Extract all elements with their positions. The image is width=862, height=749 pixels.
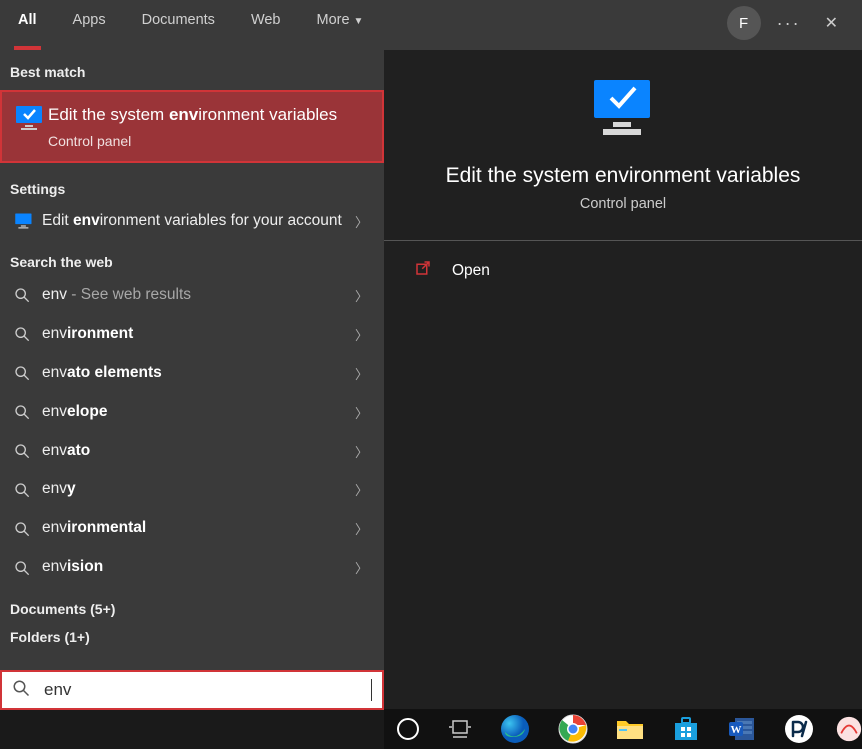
detail-icon [586, 76, 660, 142]
tab-documents[interactable]: Documents [124, 0, 233, 50]
settings-item-env-user[interactable]: Edit environment variables for your acco… [0, 203, 384, 240]
open-action[interactable]: Open [384, 241, 862, 300]
settings-icon [10, 212, 42, 230]
detail-title: Edit the system environment variables [446, 164, 801, 188]
chrome-icon[interactable] [558, 714, 588, 744]
search-icon [10, 560, 42, 576]
file-explorer-icon[interactable] [616, 714, 644, 744]
web-result-label: envato elements [42, 363, 349, 384]
system-settings-icon [12, 104, 48, 132]
web-result-envision[interactable]: envision 〉 [0, 548, 384, 587]
detail-pane: Edit the system environment variables Co… [384, 50, 862, 710]
chevron-right-icon[interactable]: 〉 [349, 403, 374, 422]
best-match-title: Edit the system environment variables [48, 104, 337, 127]
app-icon[interactable] [784, 714, 814, 744]
chevron-right-icon[interactable]: 〉 [349, 325, 374, 344]
best-match-result[interactable]: Edit the system environment variables Co… [0, 90, 384, 163]
tab-web[interactable]: Web [233, 0, 299, 50]
task-view-icon[interactable] [448, 714, 472, 744]
app-icon-2[interactable] [836, 714, 862, 744]
tab-label: More [317, 12, 350, 28]
search-icon [10, 404, 42, 420]
tab-label: Apps [73, 12, 106, 28]
taskbar: W [384, 709, 862, 749]
search-tabs-bar: All Apps Documents Web More ▼ F ··· ✕ [0, 0, 862, 50]
svg-text:W: W [731, 724, 742, 736]
top-icons: F ··· ✕ [727, 0, 852, 40]
folders-header[interactable]: Folders (1+) [0, 623, 384, 651]
tab-more[interactable]: More ▼ [299, 0, 382, 50]
chevron-right-icon[interactable]: 〉 [349, 442, 374, 461]
web-result-envato-elements[interactable]: envato elements 〉 [0, 354, 384, 393]
tab-label: Web [251, 12, 281, 28]
settings-item-label: Edit environment variables for your acco… [42, 211, 349, 232]
web-result-envy[interactable]: envy 〉 [0, 470, 384, 509]
web-result-label: environment [42, 324, 349, 345]
open-icon [414, 259, 432, 282]
tabs-container: All Apps Documents Web More ▼ [0, 0, 727, 50]
tab-all[interactable]: All [0, 0, 55, 50]
web-result-label: envision [42, 557, 349, 578]
chevron-right-icon[interactable]: 〉 [349, 212, 374, 231]
chevron-down-icon: ▼ [354, 16, 364, 27]
tab-label: Documents [142, 12, 215, 28]
microsoft-store-icon[interactable] [672, 714, 700, 744]
tab-label: All [18, 12, 37, 28]
user-avatar[interactable]: F [727, 6, 761, 40]
best-match-subtitle: Control panel [48, 133, 337, 149]
web-result-env[interactable]: env - See web results 〉 [0, 276, 384, 315]
search-icon [12, 679, 30, 702]
chevron-right-icon[interactable]: 〉 [349, 558, 374, 577]
web-result-label: env - See web results [42, 285, 349, 306]
chevron-right-icon[interactable]: 〉 [349, 480, 374, 499]
web-result-envelope[interactable]: envelope 〉 [0, 393, 384, 432]
chevron-right-icon[interactable]: 〉 [349, 519, 374, 538]
web-result-label: envy [42, 479, 349, 500]
search-web-header: Search the web [0, 240, 384, 276]
web-result-environmental[interactable]: environmental 〉 [0, 509, 384, 548]
best-match-text: Edit the system environment variables Co… [48, 104, 337, 149]
search-icon [10, 521, 42, 537]
web-result-label: environmental [42, 518, 349, 539]
web-result-envato[interactable]: envato 〉 [0, 432, 384, 471]
search-icon [10, 326, 42, 342]
cortana-icon[interactable] [396, 714, 420, 744]
detail-subtitle: Control panel [580, 196, 666, 212]
search-icon [10, 287, 42, 303]
word-icon[interactable]: W [728, 714, 756, 744]
avatar-initial: F [739, 15, 748, 32]
web-result-label: envato [42, 441, 349, 462]
documents-header[interactable]: Documents (5+) [0, 587, 384, 623]
best-match-header: Best match [0, 50, 384, 86]
open-label: Open [452, 262, 490, 280]
search-icon [10, 443, 42, 459]
search-icon [10, 365, 42, 381]
chevron-right-icon[interactable]: 〉 [349, 286, 374, 305]
tab-apps[interactable]: Apps [55, 0, 124, 50]
results-pane: Best match Edit the system environment v… [0, 50, 384, 710]
web-result-environment[interactable]: environment 〉 [0, 315, 384, 354]
close-icon[interactable]: ✕ [817, 13, 846, 33]
search-box[interactable] [0, 670, 384, 710]
search-input[interactable] [44, 680, 373, 700]
edge-icon[interactable] [500, 714, 530, 744]
web-result-label: envelope [42, 402, 349, 423]
text-caret [371, 679, 372, 701]
settings-header: Settings [0, 167, 384, 203]
search-icon [10, 482, 42, 498]
chevron-right-icon[interactable]: 〉 [349, 364, 374, 383]
more-options-icon[interactable]: ··· [777, 13, 801, 34]
